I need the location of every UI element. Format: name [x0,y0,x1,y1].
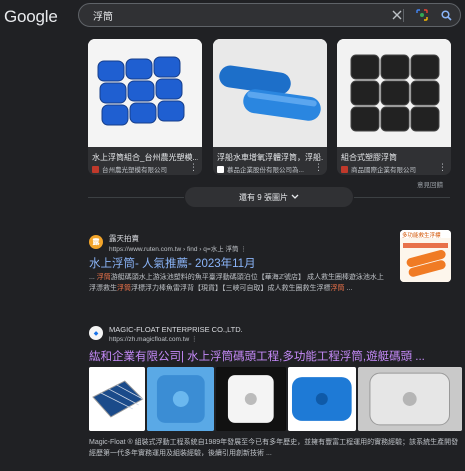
result-title-link[interactable]: 紘和企業有限公司| 水上浮筒碼頭工程,多功能工程浮筒,遊艇碼頭 ... [89,348,425,364]
image-card-thumbnail [88,39,202,147]
image-card[interactable]: 組合式塑膠浮筒 商品國際企業有限公司 ⋮ [337,39,451,175]
google-logo[interactable]: Google [4,7,58,27]
result-url[interactable]: https://zh.magicfloat.com.tw ⋮ [109,335,198,343]
result-thumbnail[interactable]: 多功能救生浮標 [400,230,451,282]
result-site-name[interactable]: MAGIC-FLOAT ENTERPRISE CO.,LTD. [109,325,243,334]
search-box[interactable] [78,3,461,27]
result-image[interactable] [287,367,356,431]
image-card-source: 商品國際企業有限公司 [341,164,439,174]
image-card-title: 水上浮筒組合_台州農光塑模... [92,153,198,162]
divider [88,197,184,198]
image-card-source: 台州農光塑模有限公司 [92,164,190,174]
more-vert-icon[interactable]: ⋮ [314,162,323,173]
divider [354,197,450,198]
image-card-thumbnail [213,39,327,147]
google-g-icon [86,9,92,27]
more-images-button[interactable]: 還有 9 張圖片 [185,187,353,207]
source-favicon [217,165,224,173]
chevron-down-icon [291,193,299,202]
image-card-title: 浮船水車增氧浮體浮筒，浮船... [217,153,323,162]
result-image[interactable] [89,367,145,431]
top-bar: Google [0,0,465,32]
search-input[interactable] [93,7,373,23]
image-card[interactable]: 水上浮筒組合_台州農光塑模... 台州農光塑模有限公司 ⋮ [88,39,202,175]
more-vert-icon[interactable]: ⋮ [191,336,198,343]
result-snippet: Magic-Float ® 組裝式浮動工程系統自1989年發展至今已有多年歷史，… [89,439,459,457]
result-title-link[interactable]: 水上浮筒- 人氣推薦- 2023年11月 [89,255,256,271]
result-image[interactable] [357,367,462,431]
search-icon[interactable] [439,8,453,22]
thumbnail-label: 多功能救生浮標 [402,233,441,239]
result-image[interactable] [146,367,215,431]
more-vert-icon[interactable]: ⋮ [189,162,198,173]
image-card[interactable]: 浮船水車增氧浮體浮筒，浮船... 慕品企業股份有限公司為... ⋮ [213,39,327,175]
source-favicon [92,165,99,173]
lens-icon[interactable] [415,8,429,22]
search-divider [403,9,404,22]
feedback-link[interactable]: 意見回饋 [417,179,443,189]
image-card-thumbnail [337,39,451,147]
result-snippet: ... 浮筒游艇碼頭水上游泳池塑料的魚平臺浮動碼頭泊位【華海ℤ號店】 成人救生圈… [89,274,384,292]
more-vert-icon[interactable]: ⋮ [438,162,447,173]
more-vert-icon[interactable]: ⋮ [240,246,247,253]
clear-icon[interactable] [390,8,404,22]
result-image[interactable] [216,367,286,431]
image-card-source: 慕品企業股份有限公司為... [217,164,315,174]
result-url[interactable]: https://www.ruten.com.tw › find › q=水上 浮… [109,243,247,253]
result-image-strip [89,367,462,431]
ruten-favicon: 露 [89,235,103,249]
source-favicon [341,165,348,173]
image-card-title: 組合式塑膠浮筒 [341,153,397,162]
magicfloat-favicon: ◆ [89,326,103,340]
